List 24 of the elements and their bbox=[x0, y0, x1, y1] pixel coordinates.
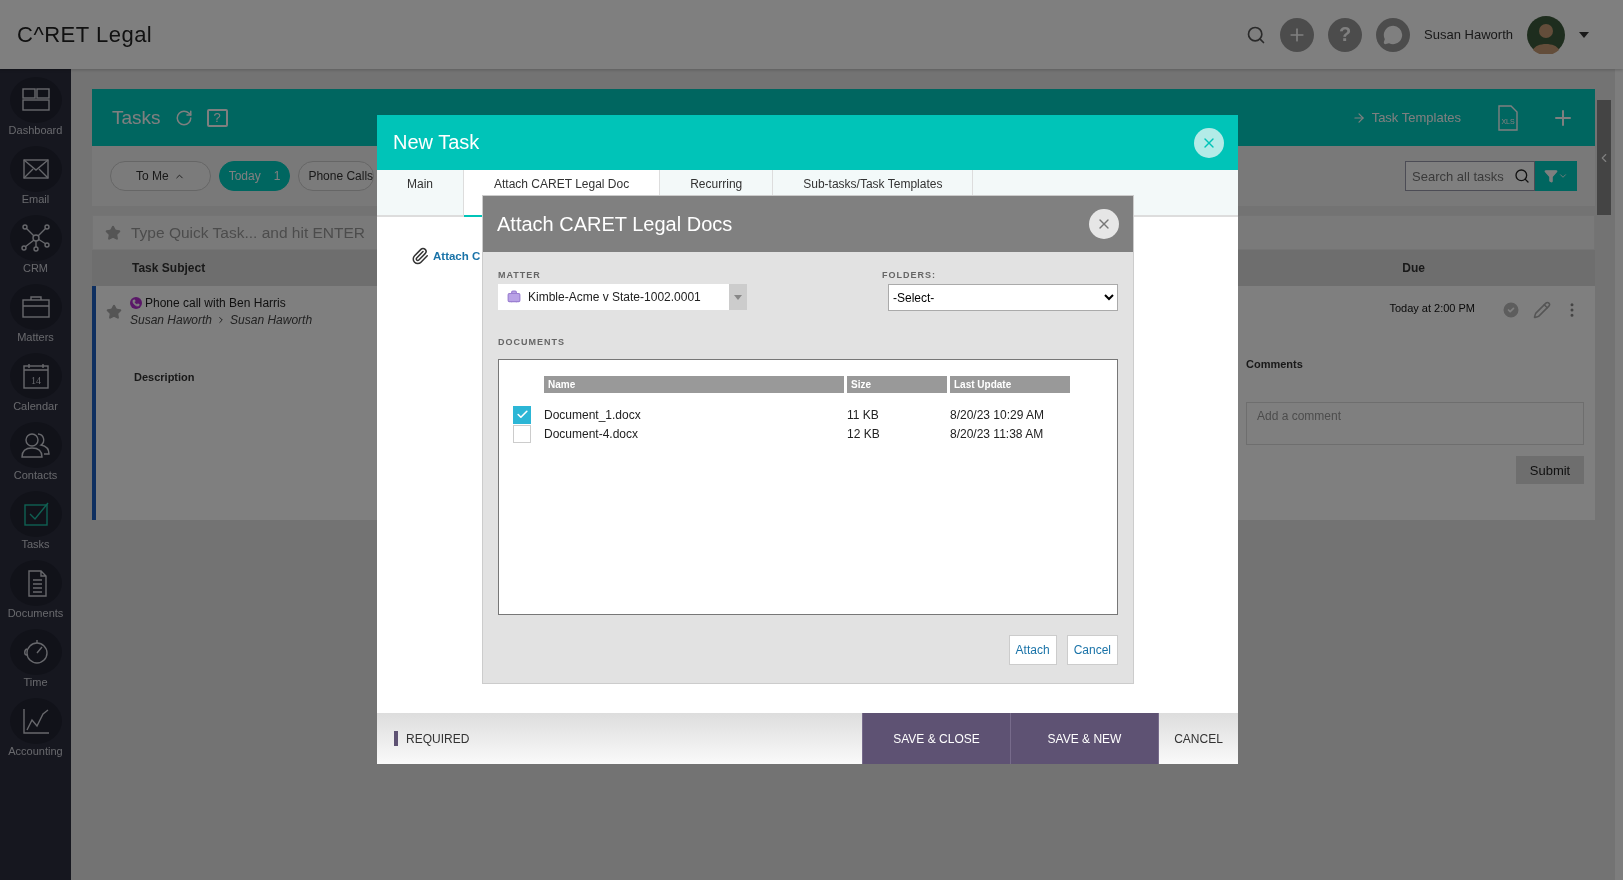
file-name: Document-4.docx bbox=[544, 426, 640, 441]
user-name: Susan Haworth bbox=[1424, 27, 1513, 42]
column-header: Name bbox=[544, 376, 844, 393]
app-logo: C^RET Legal bbox=[17, 21, 153, 48]
field-label: FOLDERS: bbox=[882, 270, 937, 280]
last-update: 8/20/23 11:38 AM bbox=[950, 426, 1045, 441]
due-date: Today at 2:00 PM bbox=[1389, 302, 1475, 314]
last-update: 8/20/23 10:29 AM bbox=[950, 407, 1046, 422]
description-label: Description bbox=[134, 371, 195, 383]
column-header: Due bbox=[1402, 261, 1425, 275]
comments-label: Comments bbox=[1246, 358, 1304, 370]
required-note: REQUIRED bbox=[406, 731, 470, 746]
dialog-title: New Task bbox=[393, 131, 480, 154]
field-label: MATTER bbox=[498, 270, 542, 280]
column-header: Last Update bbox=[950, 376, 1070, 393]
column-header: Task Subject bbox=[132, 261, 206, 275]
assignee-name: Susan Haworth bbox=[230, 313, 313, 327]
panel-title: Tasks bbox=[112, 106, 161, 129]
field-label: DOCUMENTS bbox=[498, 337, 566, 347]
column-header: Size bbox=[847, 376, 947, 393]
file-size: 12 KB bbox=[847, 426, 881, 441]
assigner-name: Susan Haworth bbox=[130, 313, 213, 327]
file-name: Document_1.docx bbox=[544, 407, 642, 422]
file-size: 11 KB bbox=[847, 407, 880, 422]
